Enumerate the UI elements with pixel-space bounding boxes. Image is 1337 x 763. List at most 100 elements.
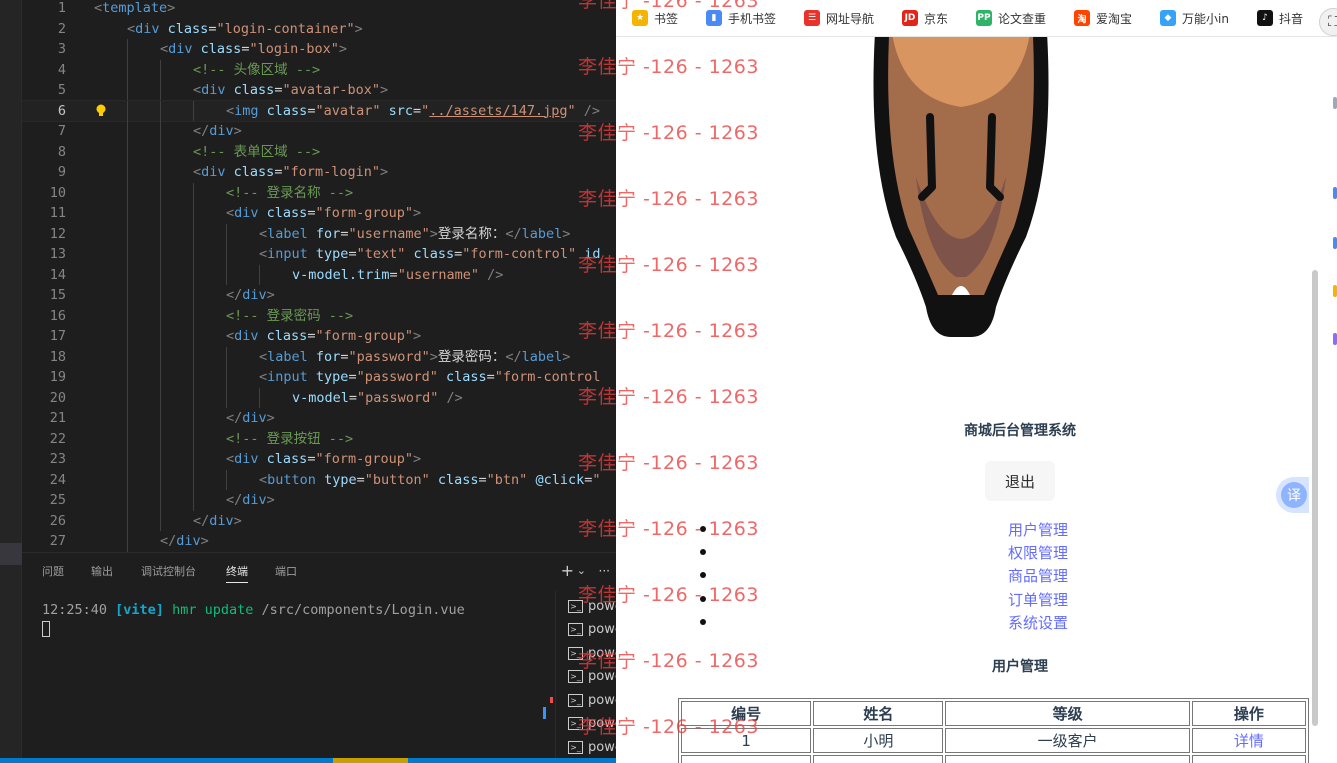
indent-guide — [160, 305, 161, 326]
code-line[interactable]: 13 <input type="text" class="form-control… — [22, 244, 616, 265]
indent-guide — [127, 510, 128, 531]
code-text: </div> — [226, 287, 275, 303]
code-line[interactable]: 22 <!-- 登录按钮 --> — [22, 428, 616, 449]
code-line[interactable]: 3 <div class="login-box"> — [22, 39, 616, 60]
bookmark-label: 爱淘宝 — [1096, 11, 1133, 26]
line-number: 18 — [49, 348, 66, 365]
code-line[interactable]: 27 </div> — [22, 531, 616, 552]
details-link[interactable]: 详情 — [1191, 728, 1306, 753]
bookmark-item[interactable]: PP 论文查重 — [976, 9, 1046, 27]
indent-guide — [127, 285, 128, 306]
terminal-cursor — [42, 621, 50, 637]
code-line[interactable]: 10 <!-- 登录名称 --> — [22, 182, 616, 203]
code-line[interactable]: 11 <div class="form-group"> — [22, 203, 616, 224]
new-terminal-button[interactable]: + — [561, 561, 574, 581]
code-line[interactable]: 9 <div class="form-login"> — [22, 162, 616, 183]
indent-guide — [226, 469, 227, 490]
terminal-tool: [vite] — [115, 602, 164, 618]
terminal-instance[interactable]: >_ powe — [568, 736, 616, 758]
scroll-thumb[interactable] — [1312, 270, 1318, 726]
user-table: 编号 姓名 等级 操作 1 小明 一级客户 详情 — [678, 698, 1309, 763]
bookmark-item[interactable]: ♪ 抖音 — [1257, 9, 1303, 27]
tab-terminal[interactable]: 终端 — [226, 565, 248, 583]
code-line[interactable]: 26 </div> — [22, 510, 616, 531]
terminal-event: hmr update — [172, 602, 254, 618]
bookmark-item[interactable]: ☰ 网址导航 — [804, 9, 874, 27]
cell-name: 小明 — [813, 728, 944, 753]
terminal-output[interactable]: 12:25:40 [vite] hmr update /src/componen… — [42, 601, 465, 619]
code-line[interactable]: 21 </div> — [22, 408, 616, 429]
indent-guide — [127, 346, 128, 367]
bullet-icon — [700, 618, 706, 625]
indent-guide — [160, 326, 161, 347]
menu-link[interactable]: 商品管理 — [1008, 565, 1068, 586]
code-line[interactable]: 18 <label for="password">登录密码：</label> — [22, 346, 616, 367]
tab-ports[interactable]: 端口 — [275, 565, 297, 579]
indent-guide — [193, 203, 194, 224]
code-text: v-model.trim="username" /> — [292, 266, 504, 283]
terminal-icon: >_ — [568, 693, 583, 707]
watermark-text: 李佳宁 -126 - 1263 — [578, 0, 759, 12]
lightbulb-icon[interactable] — [96, 104, 106, 118]
indent-guide — [127, 80, 128, 101]
indent-guide — [193, 387, 194, 408]
cell-level: 一级客户 — [945, 728, 1190, 753]
menu-link[interactable]: 用户管理 — [1008, 519, 1068, 540]
table-row — [681, 755, 1306, 763]
tab-problems[interactable]: 问题 — [42, 565, 64, 579]
code-line[interactable]: 4 <!-- 头像区域 --> — [22, 59, 616, 80]
code-line[interactable]: 17 <div class="form-group"> — [22, 326, 616, 347]
bookmark-item[interactable]: JD 京东 — [902, 9, 948, 27]
terminal-instance[interactable]: >_ powe — [568, 689, 616, 711]
bookmark-item[interactable]: ◆ 万能小in — [1160, 9, 1229, 27]
activity-item[interactable] — [0, 543, 22, 565]
menu-link[interactable]: 系统设置 — [1008, 612, 1068, 633]
code-text: <button type="button" class="btn" @click… — [259, 471, 601, 488]
code-line[interactable]: 14 v-model.trim="username" /> — [22, 264, 616, 285]
code-line[interactable]: 6 <img class="avatar" src="../assets/147.… — [22, 99, 616, 122]
code-line[interactable]: 20 v-model="password" /> — [22, 387, 616, 408]
code-text: <!-- 表单区域 --> — [193, 143, 321, 160]
code-line[interactable]: 7 </div> — [22, 121, 616, 142]
code-line[interactable]: 25 </div> — [22, 490, 616, 511]
code-line[interactable]: 8 <!-- 表单区域 --> — [22, 141, 616, 162]
chevron-down-icon[interactable]: ⌄ — [577, 561, 586, 581]
xiaoin-icon: ◆ — [1160, 10, 1176, 26]
translate-button[interactable]: 译 — [1276, 477, 1309, 513]
code-line[interactable]: 12 <label for="username">登录名称：</label> — [22, 223, 616, 244]
tab-output[interactable]: 输出 — [91, 565, 113, 579]
line-number: 9 — [57, 164, 66, 180]
line-number: 6 — [57, 102, 66, 119]
watermark-text: 李佳宁 -126 - 1263 — [578, 56, 759, 78]
code-text: <label for="username">登录名称：</label> — [259, 225, 571, 242]
menu-link[interactable]: 权限管理 — [1008, 542, 1068, 563]
line-number: 19 — [49, 369, 66, 385]
code-line[interactable]: 15 </div> — [22, 285, 616, 306]
code-line[interactable]: 16 <!-- 登录密码 --> — [22, 305, 616, 326]
indent-guide — [160, 121, 161, 142]
code-line[interactable]: 1 <template> — [22, 0, 616, 19]
indent-guide — [160, 346, 161, 367]
table-row: 1 小明 一级客户 详情 — [681, 728, 1306, 753]
logout-button[interactable]: 退出 — [985, 461, 1055, 501]
more-actions-button[interactable]: ··· — [599, 561, 610, 581]
bookmark-item[interactable]: 淘爱淘宝 — [1074, 9, 1132, 27]
line-number: 3 — [57, 41, 66, 57]
code-line[interactable]: 5 <div class="avatar-box"> — [22, 80, 616, 101]
tab-debug-console[interactable]: 调试控制台 — [141, 565, 196, 579]
code-line[interactable]: 24 <button type="button" class="btn" @cli… — [22, 469, 616, 490]
code-line[interactable]: 2 <div class="login-container"> — [22, 19, 616, 40]
code-area[interactable]: 1 <template> 2 <div class="login-container"… — [22, 0, 616, 552]
indent-guide — [127, 162, 128, 183]
indent-guide — [160, 80, 161, 101]
code-line[interactable]: 23 <div class="form-group"> — [22, 449, 616, 470]
line-number: 20 — [49, 389, 66, 406]
menu-link[interactable]: 订单管理 — [1008, 589, 1068, 610]
cell-empty — [945, 755, 1190, 763]
column-header: 操作 — [1191, 701, 1306, 726]
page-scrollbar[interactable] — [1309, 37, 1337, 763]
indent-guide — [160, 162, 161, 183]
bookmark-label: 抖音 — [1279, 11, 1304, 26]
terminal-instance[interactable]: >_ powe — [568, 619, 616, 641]
code-line[interactable]: 19 <input type="password" class="form-con… — [22, 367, 616, 388]
